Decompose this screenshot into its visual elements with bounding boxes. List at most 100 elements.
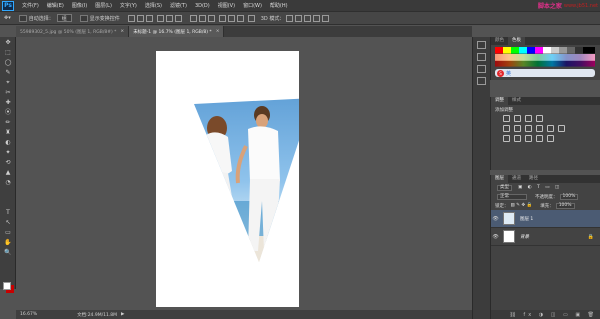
3d-rotate-icon[interactable] xyxy=(286,14,294,22)
swatch-grid[interactable] xyxy=(495,47,595,67)
tab-color[interactable]: 颜色 xyxy=(491,37,508,45)
distribute-bottom-icon[interactable] xyxy=(207,14,215,22)
align-middle-icon[interactable] xyxy=(136,14,144,22)
crop-tool-icon[interactable]: ⌖ xyxy=(3,79,13,87)
3d-pan-icon[interactable] xyxy=(304,14,312,22)
distribute-right-icon[interactable] xyxy=(236,14,244,22)
tab-layers[interactable]: 图层 xyxy=(491,175,508,183)
3d-roll-icon[interactable] xyxy=(295,14,303,22)
align-left-icon[interactable] xyxy=(156,14,164,22)
black-white-icon[interactable] xyxy=(536,125,543,132)
paragraph-icon[interactable] xyxy=(477,77,486,85)
tab-channels[interactable]: 通道 xyxy=(508,175,525,183)
opacity-input[interactable]: 100% xyxy=(559,193,579,200)
marquee-tool-icon[interactable]: ⬚ xyxy=(3,49,13,57)
3d-slide-icon[interactable] xyxy=(313,14,321,22)
layer-actions-icons[interactable]: ⛓ fx ◑ ◫ ▭ ▣ 🗑 xyxy=(510,312,598,318)
invert-icon[interactable] xyxy=(503,135,510,142)
posterize-icon[interactable] xyxy=(514,135,521,142)
layer-name[interactable]: 背景 xyxy=(520,234,529,240)
levels-icon[interactable] xyxy=(514,115,521,122)
zoom-tool-icon[interactable]: 🔍 xyxy=(3,249,13,257)
layer-name[interactable]: 图层 1 xyxy=(520,216,533,222)
hue-saturation-icon[interactable] xyxy=(514,125,521,132)
character-icon[interactable] xyxy=(477,65,486,73)
eraser-tool-icon[interactable]: ✦ xyxy=(3,149,13,157)
healing-brush-tool-icon[interactable]: ⦿ xyxy=(3,109,13,117)
blur-tool-icon[interactable]: ▲ xyxy=(3,169,13,177)
lock-icons[interactable]: ▧ ✎ ✥ 🔒 xyxy=(511,203,533,208)
move-tool-icon[interactable]: ✥ xyxy=(3,39,13,47)
distribute-vcenter-icon[interactable] xyxy=(198,14,206,22)
type-tool-icon[interactable]: T xyxy=(3,209,13,217)
filter-icons[interactable]: ▣ ◐ T ▭ ◫ xyxy=(518,185,561,190)
threshold-icon[interactable] xyxy=(525,135,532,142)
align-bottom-icon[interactable] xyxy=(145,14,153,22)
brightness-contrast-icon[interactable] xyxy=(503,115,510,122)
move-tool-icon[interactable]: ✥▾ xyxy=(4,15,11,21)
distribute-hcenter-icon[interactable] xyxy=(227,14,235,22)
menu-edit[interactable]: 编辑(E) xyxy=(47,2,64,9)
menu-window[interactable]: 窗口(W) xyxy=(243,2,262,9)
3d-scale-icon[interactable] xyxy=(322,14,330,22)
selective-color-icon[interactable] xyxy=(547,135,554,142)
gradient-map-icon[interactable] xyxy=(536,135,543,142)
layer-row[interactable]: 👁 背景 🔒 xyxy=(491,228,600,246)
vibrance-icon[interactable] xyxy=(503,125,510,132)
clone-stamp-tool-icon[interactable]: ♜ xyxy=(3,129,13,137)
close-icon[interactable]: × xyxy=(120,29,124,34)
eye-icon[interactable]: 👁 xyxy=(491,216,500,222)
tab-styles[interactable]: 样式 xyxy=(508,97,525,105)
gradient-tool-icon[interactable]: ⟲ xyxy=(3,159,13,167)
blend-mode-select[interactable]: 正常 xyxy=(497,193,527,200)
tab-adjustments[interactable]: 调整 xyxy=(491,97,508,105)
menu-layer[interactable]: 图层(L) xyxy=(95,2,112,9)
tab-document-2[interactable]: 未标题-1 @ 16.7% (图层 1, RGB/8) * × xyxy=(129,26,225,37)
foreground-color-swatch[interactable] xyxy=(3,282,11,290)
status-arrow-icon[interactable]: ▶ xyxy=(121,312,124,317)
curves-icon[interactable] xyxy=(525,115,532,122)
close-icon[interactable]: × xyxy=(216,29,220,34)
tab-paths[interactable]: 路径 xyxy=(525,175,542,183)
distribute-icons[interactable] xyxy=(188,14,255,22)
align-center-icon[interactable] xyxy=(165,14,173,22)
menu-type[interactable]: 文字(Y) xyxy=(120,2,137,9)
layer-row[interactable]: 👁 图层 1 xyxy=(491,210,600,228)
document-canvas[interactable] xyxy=(156,51,313,307)
menu-view[interactable]: 视图(V) xyxy=(218,2,235,9)
path-select-tool-icon[interactable]: ↖ xyxy=(3,219,13,227)
distribute-top-icon[interactable] xyxy=(189,14,197,22)
fill-input[interactable]: 100% xyxy=(555,202,575,209)
color-balance-icon[interactable] xyxy=(525,125,532,132)
ime-toolbar[interactable]: S 英 xyxy=(495,69,595,77)
eyedropper-tool-icon[interactable]: ✚ xyxy=(3,99,13,107)
align-icons[interactable] xyxy=(126,14,182,22)
dodge-tool-icon[interactable]: ◔ xyxy=(3,179,13,187)
menu-image[interactable]: 图像(I) xyxy=(72,2,87,9)
layer-kind-filter[interactable]: 类型 xyxy=(497,184,512,191)
slice-tool-icon[interactable]: ✂ xyxy=(3,89,13,97)
quick-select-tool-icon[interactable]: ✎ xyxy=(3,69,13,77)
align-top-icon[interactable] xyxy=(127,14,135,22)
align-right-icon[interactable] xyxy=(174,14,182,22)
show-transform-checkbox[interactable] xyxy=(79,14,88,22)
distribute-left-icon[interactable] xyxy=(218,14,226,22)
channel-mixer-icon[interactable] xyxy=(558,125,565,132)
auto-align-icon[interactable] xyxy=(247,14,255,22)
menu-help[interactable]: 帮助(H) xyxy=(270,2,288,9)
properties-icon[interactable] xyxy=(477,53,486,61)
hand-tool-icon[interactable]: ✋ xyxy=(3,239,13,247)
menu-file[interactable]: 文件(F) xyxy=(22,2,39,9)
menu-3d[interactable]: 3D(D) xyxy=(195,3,210,9)
lasso-tool-icon[interactable]: ◯ xyxy=(3,59,13,67)
auto-select-checkbox[interactable] xyxy=(18,14,27,22)
menu-select[interactable]: 选择(S) xyxy=(145,2,162,9)
auto-select-dropdown[interactable]: 组 xyxy=(56,14,72,22)
zoom-level[interactable]: 16.67% xyxy=(20,312,37,317)
history-brush-tool-icon[interactable]: ◐ xyxy=(3,139,13,147)
history-icon[interactable] xyxy=(477,41,486,49)
exposure-icon[interactable] xyxy=(536,115,543,122)
tab-swatches[interactable]: 色板 xyxy=(508,37,525,45)
menu-filter[interactable]: 滤镜(T) xyxy=(170,2,187,9)
brush-tool-icon[interactable]: ✏ xyxy=(3,119,13,127)
